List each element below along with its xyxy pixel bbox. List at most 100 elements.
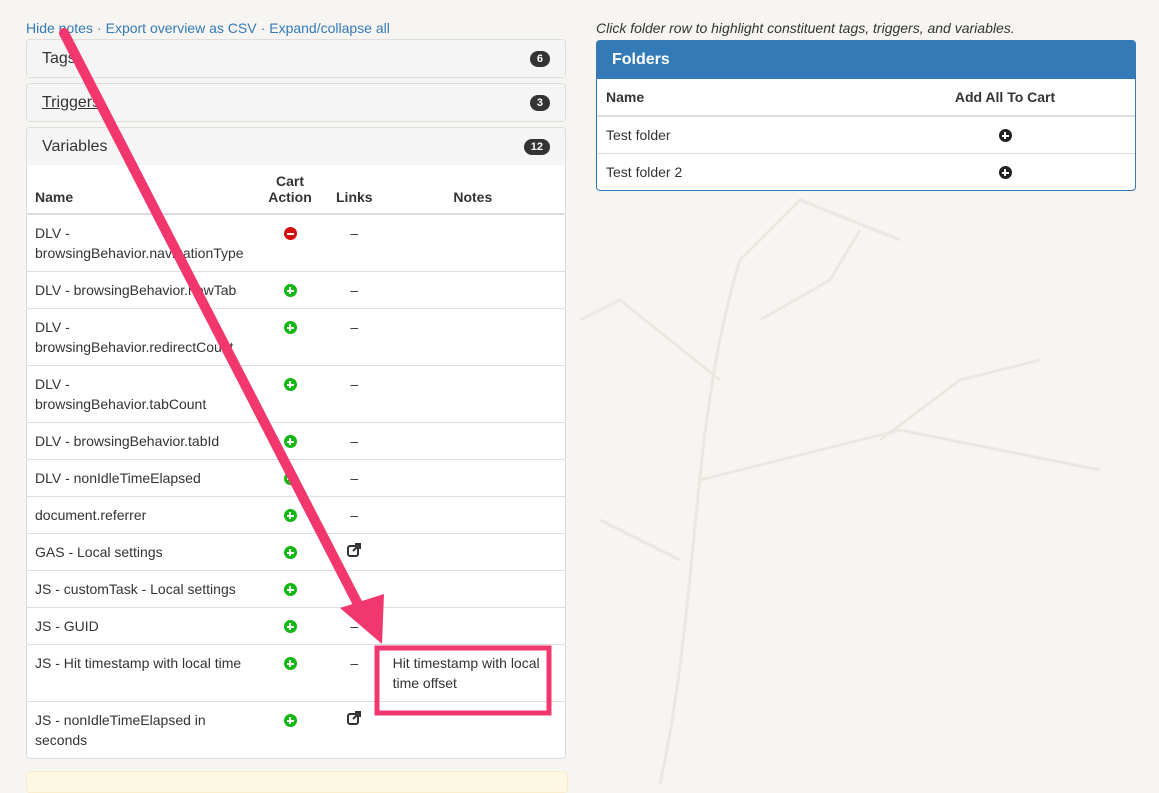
cart-action-cell [252, 607, 328, 645]
no-link-dash: – [350, 225, 359, 241]
links-cell: – [328, 422, 381, 460]
folders-table: Name Add All To Cart Test folder Test fol… [597, 79, 1135, 190]
tags-panel-header[interactable]: Tags 6 [27, 40, 565, 77]
add-to-cart-icon[interactable] [283, 583, 297, 596]
expand-collapse-link[interactable]: Expand/collapse all [269, 20, 390, 36]
links-cell: – [328, 365, 381, 423]
notes-cell [380, 213, 565, 272]
links-cell: – [328, 644, 381, 702]
add-to-cart-icon[interactable] [283, 620, 297, 633]
variable-name: document.referrer [27, 496, 252, 534]
links-cell [328, 570, 381, 608]
variable-row: JS - Hit timestamp with local time – Hit t… [27, 644, 565, 702]
variable-name: DLV - nonIdleTimeElapsed [27, 459, 252, 497]
add-all-to-cart-icon[interactable] [998, 129, 1012, 142]
variable-row: DLV - nonIdleTimeElapsed – [27, 459, 565, 497]
triggers-title: Triggers [42, 93, 101, 111]
links-cell: – [328, 213, 381, 272]
variable-name: GAS - Local settings [27, 533, 252, 571]
col-name-header: Name [27, 165, 252, 215]
notes-cell [380, 365, 565, 423]
notes-cell [380, 533, 565, 571]
cart-action-cell [252, 533, 328, 571]
notes-cell: Hit timestamp with local time offset [380, 644, 565, 702]
link-separator: · [96, 20, 102, 36]
cart-action-cell [252, 701, 328, 758]
variable-name: DLV - browsingBehavior.tabId [27, 422, 252, 460]
col-links-header: Links [328, 165, 381, 215]
folder-row[interactable]: Test folder 2 [597, 153, 1135, 190]
no-link-dash: – [350, 655, 359, 671]
variable-name: DLV - browsingBehavior.navigationType [27, 213, 252, 272]
cart-action-cell [252, 213, 328, 272]
cart-header-line: Cart [275, 173, 304, 189]
variable-name: DLV - browsingBehavior.newTab [27, 271, 252, 309]
variable-row: DLV - browsingBehavior.newTab – [27, 271, 565, 309]
cart-action-cell [252, 496, 328, 534]
no-link-dash: – [350, 618, 359, 634]
variable-row: GAS - Local settings [27, 533, 565, 571]
notes-cell [380, 459, 565, 497]
triggers-count-badge: 3 [529, 94, 550, 111]
notes-cell [380, 701, 565, 758]
add-to-cart-icon[interactable] [283, 472, 297, 485]
links-cell: – [328, 496, 381, 534]
no-link-dash: – [350, 470, 359, 486]
add-to-cart-icon[interactable] [283, 657, 297, 670]
variable-name: DLV - browsingBehavior.redirectCount [27, 308, 252, 366]
add-all-cell [875, 153, 1135, 190]
variable-name: JS - GUID [27, 607, 252, 645]
cart-action-cell [252, 271, 328, 309]
top-links: Hide notes · Export overview as CSV · Expand… [26, 20, 390, 36]
triggers-panel-header[interactable]: Triggers 3 [27, 84, 565, 121]
add-to-cart-icon[interactable] [283, 321, 297, 334]
add-to-cart-icon[interactable] [283, 714, 297, 727]
add-all-to-cart-icon[interactable] [998, 166, 1012, 179]
notes-cell [380, 607, 565, 645]
folders-panel: Folders Name Add All To Cart Test folder… [596, 40, 1136, 191]
variable-row: JS - GUID – [27, 607, 565, 645]
notes-cell [380, 271, 565, 309]
no-link-dash: – [350, 433, 359, 449]
variable-row: JS - nonIdleTimeElapsed in seconds [27, 701, 565, 758]
variables-panel-header[interactable]: Variables 12 [27, 128, 565, 165]
add-to-cart-icon[interactable] [283, 435, 297, 448]
triggers-panel: Triggers 3 [26, 83, 566, 122]
add-to-cart-icon[interactable] [283, 546, 297, 559]
no-link-dash: – [350, 507, 359, 523]
variable-row: DLV - browsingBehavior.redirectCount – [27, 308, 565, 366]
folders-panel-header: Folders [597, 41, 1135, 79]
remove-from-cart-icon[interactable] [283, 227, 297, 240]
links-cell [328, 701, 381, 758]
folder-name-header: Name [597, 79, 875, 117]
export-csv-link[interactable]: Export overview as CSV [106, 20, 257, 36]
cart-action-cell [252, 644, 328, 702]
variable-row: DLV - browsingBehavior.tabId – [27, 422, 565, 460]
cart-action-cell [252, 422, 328, 460]
tags-panel: Tags 6 [26, 39, 566, 78]
folders-hint: Click folder row to highlight constituen… [596, 20, 1015, 36]
variables-count-badge: 12 [523, 138, 550, 155]
add-to-cart-icon[interactable] [283, 509, 297, 522]
col-cart-action-header: Cart Action [252, 165, 328, 215]
variable-name: JS - customTask - Local settings [27, 570, 252, 608]
folder-name: Test folder 2 [597, 153, 875, 190]
no-link-dash: – [350, 376, 359, 392]
cart-action-cell [252, 308, 328, 366]
external-link-icon[interactable] [347, 711, 362, 725]
tags-count-badge: 6 [529, 50, 550, 67]
folder-row[interactable]: Test folder [597, 115, 1135, 154]
add-to-cart-icon[interactable] [283, 284, 297, 297]
link-separator: · [260, 20, 266, 36]
variable-name: JS - Hit timestamp with local time [27, 644, 252, 702]
notes-cell [380, 422, 565, 460]
notes-cell [380, 570, 565, 608]
folders-title: Folders [612, 51, 670, 68]
variable-row: DLV - browsingBehavior.tabCount – [27, 365, 565, 423]
add-to-cart-icon[interactable] [283, 378, 297, 391]
tags-title: Tags [42, 49, 76, 67]
links-cell [328, 533, 381, 571]
add-all-header: Add All To Cart [875, 79, 1135, 117]
external-link-icon[interactable] [347, 543, 362, 557]
hide-notes-link[interactable]: Hide notes [26, 20, 93, 36]
